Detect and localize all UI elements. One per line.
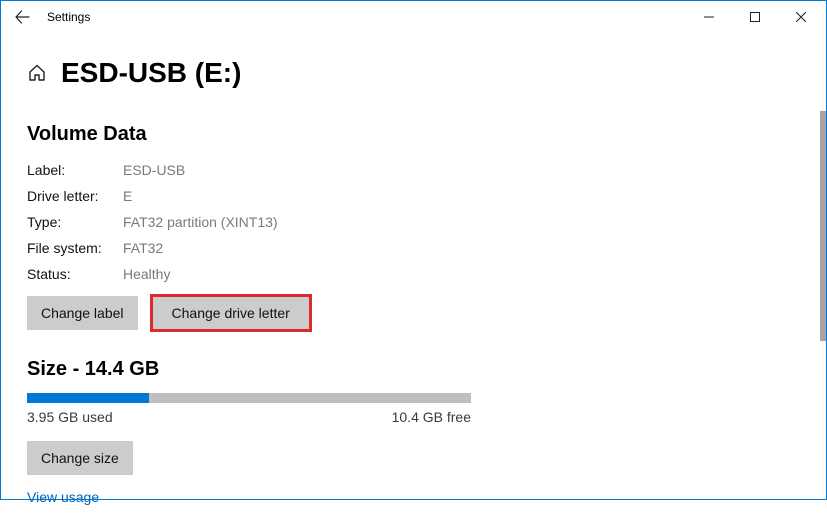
status-value: Healthy <box>123 266 800 282</box>
page-title: ESD-USB (E:) <box>61 57 241 89</box>
drive-letter-value: E <box>123 188 800 204</box>
page-header: ESD-USB (E:) <box>27 57 800 89</box>
maximize-icon <box>750 12 760 22</box>
filesystem-value: FAT32 <box>123 240 800 256</box>
minimize-button[interactable] <box>686 1 732 33</box>
view-usage-link[interactable]: View usage <box>27 489 99 505</box>
size-used-label: 3.95 GB used <box>27 409 113 425</box>
status-label: Status: <box>27 266 123 282</box>
volume-data-heading: Volume Data <box>27 123 800 146</box>
content-area: ESD-USB (E:) Volume Data Label: ESD-USB … <box>1 33 826 515</box>
filesystem-label: File system: <box>27 240 123 256</box>
type-value: FAT32 partition (XINT13) <box>123 214 800 230</box>
type-label: Type: <box>27 214 123 230</box>
volume-buttons-row: Change label Change drive letter <box>27 296 800 330</box>
scrollbar-thumb[interactable] <box>820 111 826 341</box>
size-labels: 3.95 GB used 10.4 GB free <box>27 409 471 425</box>
label-value: ESD-USB <box>123 162 800 178</box>
change-label-button[interactable]: Change label <box>27 296 138 330</box>
arrow-left-icon <box>14 9 30 25</box>
size-free-label: 10.4 GB free <box>392 409 471 425</box>
window-title: Settings <box>47 10 90 24</box>
size-heading: Size - 14.4 GB <box>27 358 800 381</box>
minimize-icon <box>704 12 714 22</box>
change-drive-letter-button[interactable]: Change drive letter <box>152 296 310 330</box>
home-icon <box>27 63 47 83</box>
volume-data-grid: Label: ESD-USB Drive letter: E Type: FAT… <box>27 162 800 282</box>
drive-letter-label: Drive letter: <box>27 188 123 204</box>
close-button[interactable] <box>778 1 824 33</box>
size-progress-fill <box>27 393 149 403</box>
change-size-button[interactable]: Change size <box>27 441 133 475</box>
back-button[interactable] <box>1 1 43 33</box>
close-icon <box>796 12 806 22</box>
size-progress-bar <box>27 393 471 403</box>
label-label: Label: <box>27 162 123 178</box>
maximize-button[interactable] <box>732 1 778 33</box>
titlebar: Settings <box>1 1 826 33</box>
